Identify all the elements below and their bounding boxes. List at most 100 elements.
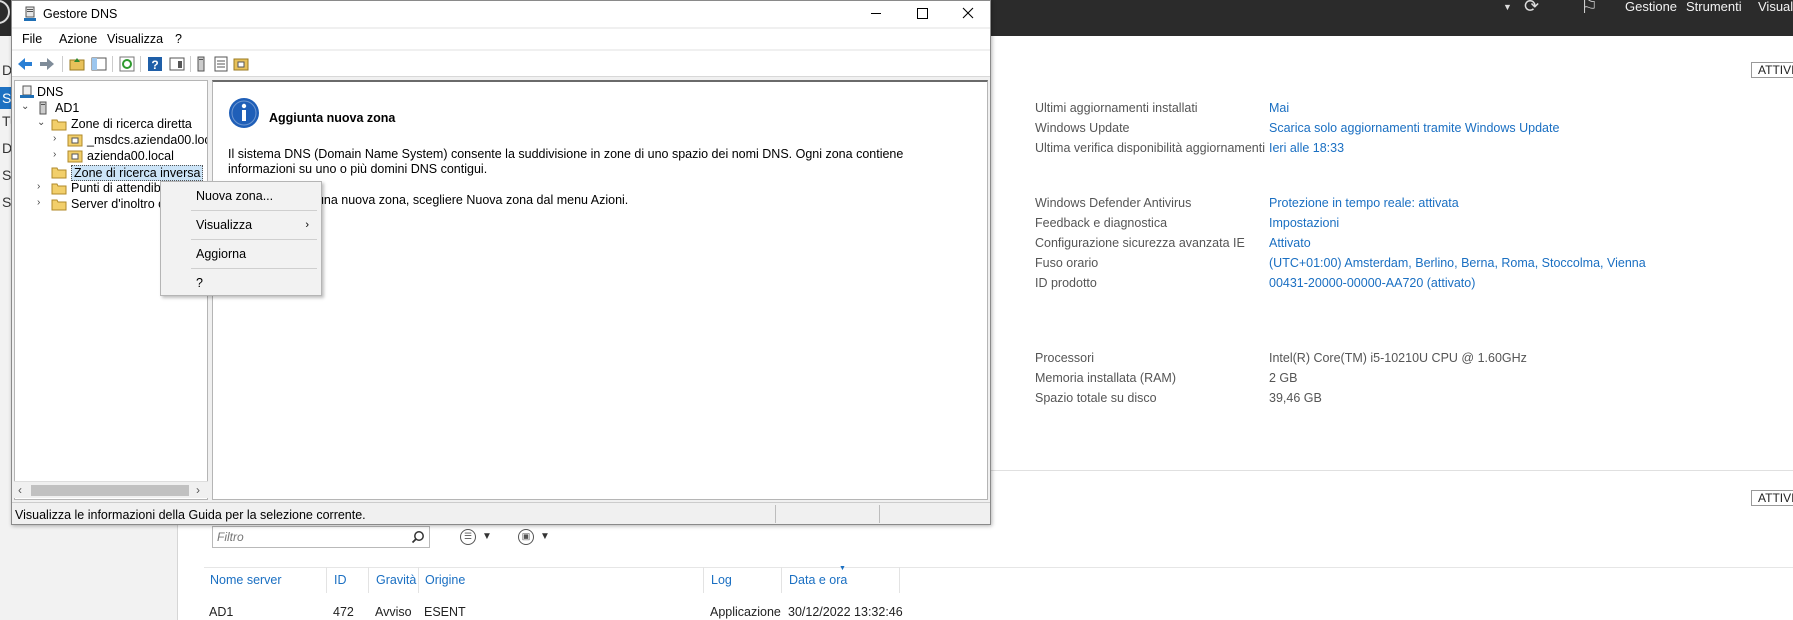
toolbar-separator <box>112 56 113 72</box>
cell-id[interactable]: 472 <box>333 605 354 619</box>
menu-azione[interactable]: Azione <box>59 32 97 46</box>
property-label: Ultimi aggiornamenti installati <box>1035 101 1198 115</box>
show-hide-tree-icon[interactable] <box>90 55 108 73</box>
cell-severity[interactable]: Avviso <box>375 605 412 619</box>
zone-icon[interactable] <box>232 55 250 73</box>
up-folder-icon[interactable] <box>68 55 86 73</box>
help-icon[interactable]: ? <box>146 55 164 73</box>
column-divider <box>368 567 369 593</box>
tree-label: DNS <box>37 85 64 99</box>
menu-separator <box>191 210 317 211</box>
notifications-flag-icon[interactable]: ⚐ <box>1580 0 1598 17</box>
menu-file[interactable]: File <box>22 32 42 46</box>
chevron-down-icon[interactable]: ⌄ <box>21 101 33 115</box>
column-header-log[interactable]: Log <box>711 573 732 587</box>
property-value-link[interactable]: Scarica solo aggiornamenti tramite Windo… <box>1269 121 1559 135</box>
filter-input[interactable] <box>217 529 403 545</box>
close-button[interactable] <box>945 1 991 27</box>
chevron-right-icon[interactable]: › <box>37 181 49 195</box>
scrollbar-thumb[interactable] <box>31 485 189 496</box>
column-header-source[interactable]: Origine <box>425 573 465 587</box>
result-heading: Aggiunta nuova zona <box>269 111 396 125</box>
tasks-dropdown-events[interactable]: ATTIVI <box>1751 490 1793 506</box>
chevron-down-icon[interactable]: ⌄ <box>37 117 49 131</box>
forward-arrow-icon[interactable] <box>38 55 56 73</box>
horizontal-scrollbar[interactable]: ‹ › <box>14 481 208 498</box>
status-text: Visualizza le informazioni della Guida p… <box>15 508 366 522</box>
column-header-severity[interactable]: Gravità <box>376 573 416 587</box>
property-label: Ultima verifica disponibilità aggiorname… <box>1035 141 1265 155</box>
property-value-link[interactable]: (UTC+01:00) Amsterdam, Berlino, Berna, R… <box>1269 256 1646 270</box>
status-divider <box>775 505 776 523</box>
property-value-link[interactable]: Protezione in tempo reale: attivata <box>1269 196 1459 210</box>
menu-item-new-zone[interactable]: Nuova zona... <box>163 185 319 207</box>
column-header-server-name[interactable]: Nome server <box>210 573 282 587</box>
result-pane: Aggiunta nuova zona Il sistema DNS (Doma… <box>212 80 988 500</box>
minimize-icon <box>871 13 881 14</box>
chevron-right-icon[interactable]: › <box>53 133 65 147</box>
notifications-dropdown-icon[interactable]: ▼ <box>1503 2 1512 12</box>
menu-item-view[interactable]: Visualizza › <box>163 214 319 236</box>
property-value-link[interactable]: Attivato <box>1269 236 1311 250</box>
cell-source[interactable]: ESENT <box>424 605 466 619</box>
cell-date[interactable]: 30/12/2022 13:32:46 <box>788 605 903 619</box>
maximize-button[interactable] <box>899 1 945 27</box>
property-value: 39,46 GB <box>1269 391 1322 405</box>
cell-log[interactable]: Applicazione <box>710 605 781 619</box>
zone-icon <box>67 150 83 163</box>
chevron-right-icon[interactable]: › <box>53 149 65 163</box>
column-header-id[interactable]: ID <box>334 573 347 587</box>
menu-visualizza[interactable]: Visualizza <box>107 32 163 46</box>
list-icon[interactable] <box>212 55 230 73</box>
property-value-link[interactable]: Mai <box>1269 101 1289 115</box>
property-value-link[interactable]: Impostazioni <box>1269 216 1339 230</box>
status-divider <box>879 505 880 523</box>
property-label: Spazio totale su disco <box>1035 391 1157 405</box>
scroll-left-icon[interactable]: ‹ <box>18 483 22 497</box>
menu-strumenti[interactable]: Strumenti <box>1686 0 1742 13</box>
list-options-button[interactable]: ☰ ▼ <box>460 527 500 547</box>
server-icon[interactable] <box>192 55 210 73</box>
tree-label: azienda00.local <box>87 149 174 163</box>
chevron-down-icon: ▼ <box>482 531 492 542</box>
property-value-link[interactable]: Ieri alle 18:33 <box>1269 141 1344 155</box>
filter-box[interactable] <box>212 526 430 548</box>
server-manager-logo-icon <box>0 0 10 24</box>
save-query-button[interactable]: ▣ ▼ <box>518 527 558 547</box>
minimize-button[interactable] <box>853 1 899 27</box>
tree-label: Zone di ricerca diretta <box>71 117 192 131</box>
chevron-right-icon[interactable]: › <box>37 197 49 211</box>
property-value: 2 GB <box>1269 371 1298 385</box>
scroll-right-icon[interactable]: › <box>196 483 200 497</box>
column-divider <box>781 567 782 593</box>
menu-bar: File Azione Visualizza ? <box>12 29 990 49</box>
folder-icon <box>51 119 67 131</box>
status-bar: Visualizza le informazioni della Guida p… <box>12 502 990 524</box>
svg-text:?: ? <box>151 58 158 72</box>
title-bar[interactable]: Gestore DNS <box>12 1 990 27</box>
cell-server-name[interactable]: AD1 <box>209 605 233 619</box>
menu-gestione[interactable]: Gestione <box>1625 0 1677 13</box>
save-icon: ▣ <box>518 529 534 545</box>
dns-app-icon <box>24 6 36 21</box>
submenu-arrow-icon: › <box>305 219 309 231</box>
tree-label: AD1 <box>55 101 80 115</box>
refresh-icon[interactable] <box>118 55 136 73</box>
tree-label-selected: Zone di ricerca inversa <box>71 165 204 181</box>
menu-item-refresh[interactable]: Aggiorna <box>163 243 319 265</box>
search-icon[interactable] <box>411 530 425 544</box>
table-header-divider <box>204 567 1793 568</box>
property-value-link[interactable]: 00431-20000-00000-AA720 (attivato) <box>1269 276 1475 290</box>
back-arrow-icon[interactable] <box>16 55 34 73</box>
column-divider <box>703 567 704 593</box>
menu-help[interactable]: ? <box>175 32 182 46</box>
tasks-dropdown-properties[interactable]: ATTIVI <box>1751 62 1793 78</box>
refresh-icon[interactable]: ⟳ <box>1524 0 1550 18</box>
property-label: Windows Defender Antivirus <box>1035 196 1192 210</box>
chevron-down-icon: ▼ <box>540 531 550 542</box>
properties-pane-icon[interactable] <box>168 55 186 73</box>
menu-visualizza[interactable]: Visualizza <box>1758 0 1793 13</box>
column-header-date[interactable]: Data e ora <box>789 573 847 587</box>
dns-icon <box>20 85 34 98</box>
menu-item-help[interactable]: ? <box>163 272 319 294</box>
